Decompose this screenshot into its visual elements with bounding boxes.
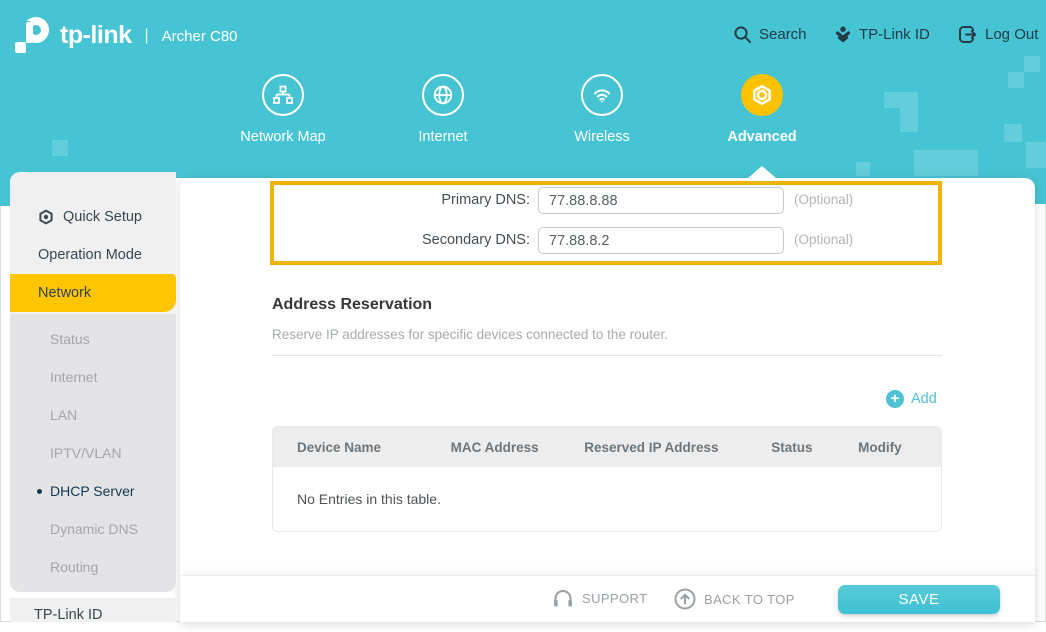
tab-label: Advanced bbox=[692, 129, 832, 145]
internet-globe-icon bbox=[422, 74, 464, 116]
col-status: Status bbox=[747, 440, 834, 455]
search-button[interactable]: Search bbox=[733, 23, 807, 45]
active-tab-pointer bbox=[748, 166, 776, 178]
quick-setup-gear-icon bbox=[38, 209, 54, 225]
decor-shape bbox=[1008, 72, 1024, 88]
decor-shape bbox=[1024, 56, 1040, 72]
col-modify: Modify bbox=[834, 440, 941, 455]
brand-area: tp-link | Archer C80 bbox=[14, 12, 238, 60]
tab-label: Wireless bbox=[532, 129, 672, 145]
sidebar: Quick Setup Operation Mode Network bbox=[10, 172, 176, 314]
optional-note: (Optional) bbox=[794, 226, 853, 254]
back-to-top-label: BACK TO TOP bbox=[704, 592, 795, 607]
table-empty-row: No Entries in this table. bbox=[273, 467, 941, 531]
sidebar-subitem-routing[interactable]: Routing bbox=[10, 548, 176, 586]
sidebar-item-label: Operation Mode bbox=[38, 236, 142, 274]
secondary-dns-row: Secondary DNS: (Optional) bbox=[180, 226, 1035, 254]
logout-icon bbox=[958, 25, 978, 44]
sidebar-item-quick-setup[interactable]: Quick Setup bbox=[10, 198, 176, 236]
add-label: Add bbox=[911, 391, 937, 407]
decor-shape bbox=[1004, 124, 1022, 142]
add-reservation-button[interactable]: + Add bbox=[886, 390, 937, 408]
sidebar-subitem-iptv-vlan[interactable]: IPTV/VLAN bbox=[10, 434, 176, 472]
sidebar-item-network[interactable]: Network bbox=[10, 274, 176, 312]
tplink-id-label: TP-Link ID bbox=[859, 26, 930, 43]
brand-wordmark: tp-link bbox=[60, 21, 132, 52]
decor-shape bbox=[884, 92, 900, 108]
logout-label: Log Out bbox=[985, 26, 1038, 43]
sidebar-subitem-dhcp-server[interactable]: DHCP Server bbox=[10, 472, 176, 510]
primary-dns-label: Primary DNS: bbox=[280, 186, 530, 214]
brand-separator: | bbox=[142, 27, 152, 45]
sidebar-subitem-dynamic-dns[interactable]: Dynamic DNS bbox=[10, 510, 176, 548]
section-title: Address Reservation bbox=[272, 296, 432, 314]
panel-footer: SUPPORT BACK TO TOP SAVE bbox=[180, 575, 1035, 622]
tplink-id-icon bbox=[834, 26, 852, 43]
search-icon bbox=[733, 25, 752, 44]
sidebar-subitem-lan[interactable]: LAN bbox=[10, 396, 176, 434]
gear-icon bbox=[741, 74, 783, 116]
sidebar-bottom: TP-Link ID bbox=[10, 598, 176, 622]
section-description: Reserve IP addresses for specific device… bbox=[272, 327, 668, 342]
tplink-logo-icon bbox=[14, 17, 50, 55]
tab-label: Internet bbox=[373, 129, 513, 145]
add-plus-icon: + bbox=[886, 390, 904, 408]
save-button[interactable]: SAVE bbox=[838, 585, 1000, 614]
back-to-top-button[interactable]: BACK TO TOP bbox=[674, 588, 795, 610]
sidebar-subitem-internet[interactable]: Internet bbox=[10, 358, 176, 396]
sidebar-submenu: Status Internet LAN IPTV/VLAN DHCP Serve… bbox=[10, 314, 176, 592]
decor-shape bbox=[1026, 142, 1046, 168]
logout-button[interactable]: Log Out bbox=[958, 23, 1038, 45]
support-button[interactable]: SUPPORT bbox=[552, 588, 647, 609]
divider bbox=[272, 355, 942, 356]
tab-label: Network Map bbox=[213, 129, 353, 145]
decor-shape bbox=[900, 92, 918, 132]
wifi-icon bbox=[581, 74, 623, 116]
primary-dns-input[interactable] bbox=[538, 187, 784, 214]
sidebar-item-label: Quick Setup bbox=[63, 198, 142, 236]
router-admin-page: tp-link | Archer C80 Search TP-Link ID bbox=[0, 0, 1046, 622]
tab-internet[interactable]: Internet bbox=[373, 74, 513, 145]
table-header-row: Device Name MAC Address Reserved IP Addr… bbox=[273, 427, 941, 467]
decor-shape bbox=[914, 150, 978, 176]
sidebar-item-label: Network bbox=[38, 274, 91, 312]
tab-network-map[interactable]: Network Map bbox=[213, 74, 353, 145]
tplink-id-button[interactable]: TP-Link ID bbox=[834, 23, 930, 45]
tab-advanced[interactable]: Advanced bbox=[692, 74, 832, 145]
search-label: Search bbox=[759, 26, 807, 43]
secondary-dns-input[interactable] bbox=[538, 227, 784, 254]
sidebar-subitem-status[interactable]: Status bbox=[10, 320, 176, 358]
sidebar-item-operation-mode[interactable]: Operation Mode bbox=[10, 236, 176, 274]
col-mac-address: MAC Address bbox=[427, 440, 561, 455]
headset-icon bbox=[552, 588, 574, 609]
primary-dns-row: Primary DNS: (Optional) bbox=[180, 186, 1035, 214]
main-content-panel: Primary DNS: (Optional) Secondary DNS: (… bbox=[180, 178, 1035, 622]
address-reservation-table: Device Name MAC Address Reserved IP Addr… bbox=[272, 426, 942, 532]
optional-note: (Optional) bbox=[794, 186, 853, 214]
support-label: SUPPORT bbox=[582, 591, 647, 606]
device-model: Archer C80 bbox=[162, 28, 238, 45]
col-reserved-ip: Reserved IP Address bbox=[560, 440, 747, 455]
tab-wireless[interactable]: Wireless bbox=[532, 74, 672, 145]
sidebar-item-tplink-id[interactable]: TP-Link ID bbox=[10, 598, 176, 632]
arrow-up-circle-icon bbox=[674, 588, 696, 610]
network-map-icon bbox=[262, 74, 304, 116]
decor-shape bbox=[52, 140, 68, 156]
decor-shape bbox=[856, 162, 870, 176]
secondary-dns-label: Secondary DNS: bbox=[280, 226, 530, 254]
col-device-name: Device Name bbox=[273, 440, 427, 455]
